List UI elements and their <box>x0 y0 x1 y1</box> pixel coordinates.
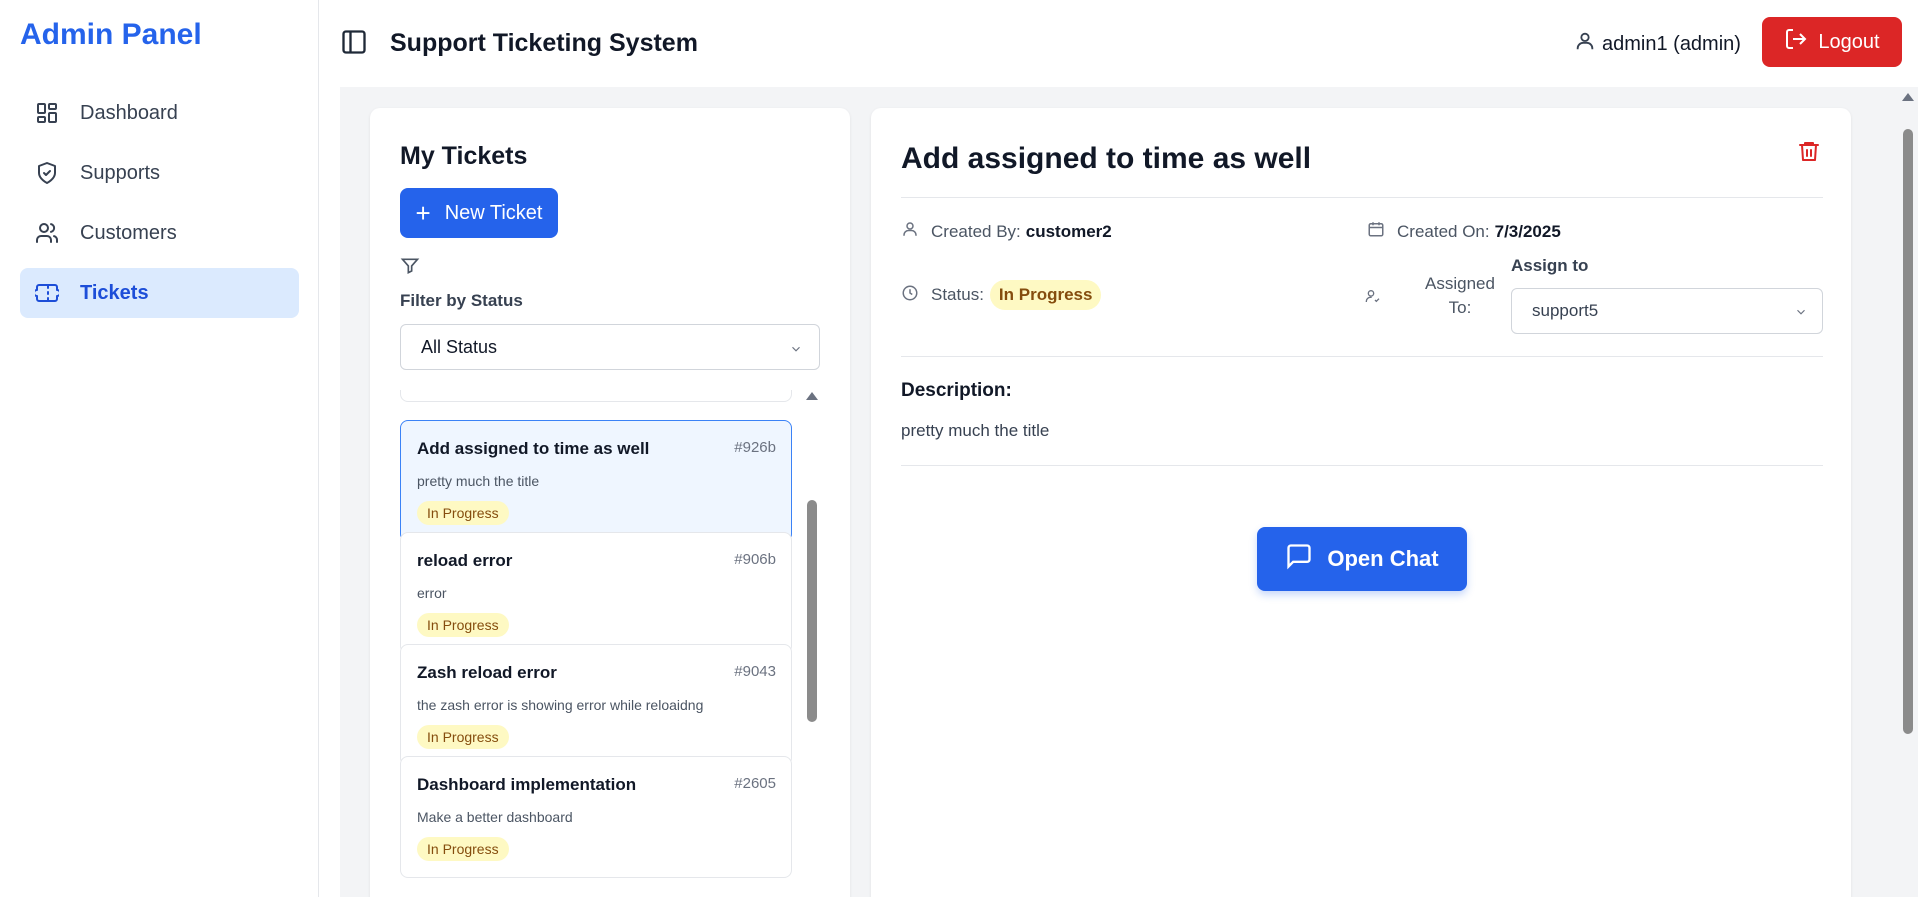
sidebar-item-label: Customers <box>80 221 177 244</box>
sidebar-item-customers[interactable]: Customers <box>20 208 299 258</box>
sidebar: Admin Panel Dashboard Supports Customers… <box>0 0 319 897</box>
created-on: Created On: 7/3/2025 <box>1367 220 1561 243</box>
assigned-to-label: Assigned To: <box>1425 274 1495 317</box>
list-item[interactable]: Add assigned to time as well #926b prett… <box>400 420 792 542</box>
open-chat-button[interactable]: Open Chat <box>1257 527 1467 591</box>
ticket-id: #926b <box>734 439 776 456</box>
description-text: pretty much the title <box>901 421 1050 440</box>
user-check-icon <box>1365 288 1381 309</box>
chat-icon <box>1285 542 1327 576</box>
assign-to-label: Assign to <box>1511 256 1589 275</box>
sidebar-item-label: Supports <box>80 161 161 184</box>
ticket-id: #906b <box>734 551 776 568</box>
divider <box>901 356 1823 357</box>
status-badge: In Progress <box>417 837 509 861</box>
description-label: Description: <box>901 380 1012 401</box>
ticket-id: #9043 <box>734 663 776 680</box>
user-icon <box>1574 30 1602 58</box>
divider <box>901 465 1823 466</box>
scroll-up-arrow[interactable] <box>1902 93 1914 101</box>
page-title: Support Ticketing System <box>390 29 698 57</box>
filter-icon <box>400 256 422 278</box>
chevron-down-icon <box>1794 304 1808 324</box>
scrollbar-thumb[interactable] <box>1903 129 1913 734</box>
ticket-list-scrollbar[interactable] <box>804 390 820 897</box>
ticket-title: Add assigned to time as well <box>417 439 650 458</box>
ticket-list-panel: My Tickets + New Ticket Filter by Status… <box>370 108 850 897</box>
top-header: Support Ticketing System admin1 (admin) … <box>320 0 1918 87</box>
ticket-list-title: My Tickets <box>400 142 528 170</box>
ticket-description: error <box>417 585 447 601</box>
logout-icon <box>1784 27 1818 57</box>
status-label: Status: <box>931 285 984 304</box>
assign-to-select[interactable]: support5 <box>1511 288 1823 334</box>
plus-icon: + <box>415 198 431 228</box>
divider <box>901 197 1823 198</box>
page-scrollbar[interactable] <box>1898 87 1918 897</box>
ticket-description: the zash error is showing error while re… <box>417 697 704 713</box>
ticket-title: reload error <box>417 551 513 570</box>
trash-icon[interactable] <box>1797 138 1823 164</box>
ticket-detail-panel: Add assigned to time as well Created By:… <box>871 108 1851 897</box>
ticket-status: Status: In Progress <box>901 280 1102 310</box>
ticket-description: Make a better dashboard <box>417 809 573 825</box>
dashboard-icon <box>34 100 60 126</box>
user-name: admin1 (admin) <box>1602 32 1741 55</box>
created-by: Created By: customer2 <box>901 220 1112 243</box>
sidebar-nav: Dashboard Supports Customers Tickets <box>20 88 299 328</box>
ticket-icon <box>34 280 60 306</box>
sidebar-item-label: Tickets <box>80 281 149 304</box>
ticket-description: pretty much the title <box>417 473 540 489</box>
sidebar-item-label: Dashboard <box>80 101 178 124</box>
brand-title: Admin Panel <box>20 18 202 51</box>
filter-label: Filter by Status <box>400 291 523 310</box>
sidebar-item-dashboard[interactable]: Dashboard <box>20 88 299 138</box>
ticket-title: Zash reload error <box>417 663 557 682</box>
ticket-title: Dashboard implementation <box>417 775 637 794</box>
shield-icon <box>34 160 60 186</box>
status-badge: In Progress <box>417 725 509 749</box>
status-badge: In Progress <box>989 280 1102 310</box>
chevron-down-icon <box>789 340 803 354</box>
sidebar-item-tickets[interactable]: Tickets <box>20 268 299 318</box>
list-item[interactable]: reload error #906b error In Progress <box>400 532 792 654</box>
status-badge: In Progress <box>417 501 509 525</box>
list-item[interactable] <box>400 390 792 402</box>
ticket-detail-title: Add assigned to time as well <box>901 142 1312 175</box>
created-on-label: Created On: <box>1397 221 1490 241</box>
clock-icon <box>901 284 931 307</box>
ticket-id: #2605 <box>734 775 776 792</box>
created-by-label: Created By: <box>931 221 1021 241</box>
open-chat-label: Open Chat <box>1327 546 1439 571</box>
ticket-list: Add assigned to time as well #926b prett… <box>400 390 792 897</box>
scrollbar-thumb[interactable] <box>807 500 817 722</box>
current-user: admin1 (admin) <box>1574 30 1741 58</box>
list-item[interactable]: Zash reload error #9043 the zash error i… <box>400 644 792 766</box>
calendar-icon <box>1367 220 1397 243</box>
new-ticket-label: New Ticket <box>444 201 543 224</box>
created-by-value: customer2 <box>1025 221 1112 241</box>
status-badge: In Progress <box>417 613 509 637</box>
created-on-value: 7/3/2025 <box>1494 221 1561 241</box>
status-filter-select[interactable]: All Status <box>400 324 820 370</box>
status-filter-value: All Status <box>421 336 498 357</box>
list-item[interactable]: Dashboard implementation #2605 Make a be… <box>400 756 792 878</box>
logout-button[interactable]: Logout <box>1762 17 1902 67</box>
users-icon <box>34 220 60 246</box>
new-ticket-button[interactable]: + New Ticket <box>400 188 558 238</box>
user-icon <box>901 220 931 243</box>
assign-to-value: support5 <box>1532 301 1599 320</box>
logout-label: Logout <box>1818 30 1880 53</box>
sidebar-toggle-icon[interactable] <box>340 28 368 56</box>
scroll-up-arrow[interactable] <box>806 392 818 400</box>
sidebar-item-supports[interactable]: Supports <box>20 148 299 198</box>
